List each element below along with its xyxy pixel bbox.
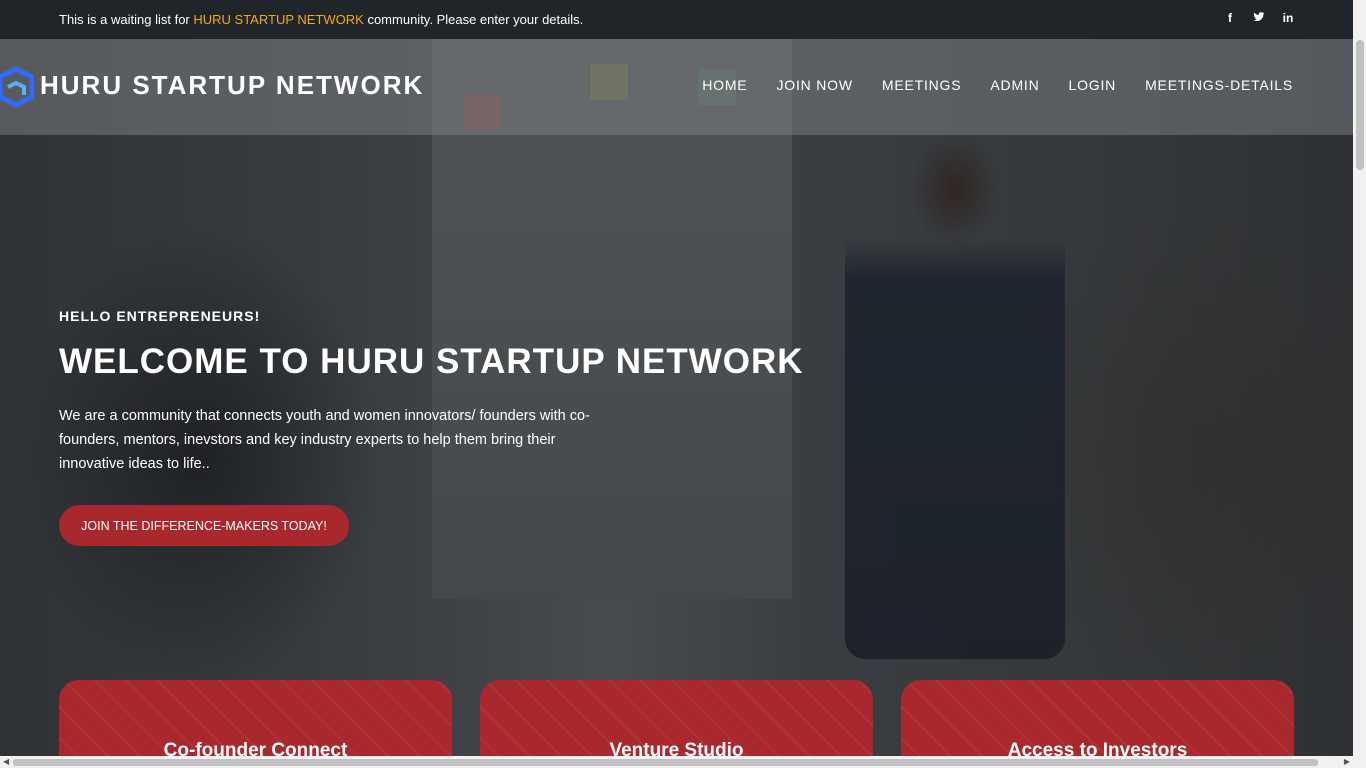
top-announcement-bar: This is a waiting list for HURU STARTUP … [0, 0, 1366, 39]
announcement-brand-link[interactable]: HURU STARTUP NETWORK [193, 12, 363, 27]
nav-join-now[interactable]: JOIN NOW [776, 77, 852, 93]
announcement-suffix: community. Please enter your details. [363, 12, 584, 27]
hero-description: We are a community that connects youth a… [59, 408, 590, 472]
hero-background [0, 39, 1353, 756]
vertical-scroll-thumb[interactable] [1356, 40, 1364, 170]
hero-overlay [0, 39, 1353, 756]
logo-icon[interactable] [0, 67, 34, 117]
horizontal-scrollbar[interactable]: ◀ ▶ [0, 756, 1353, 768]
main-nav: HOME JOIN NOW MEETINGS ADMIN LOGIN MEETI… [702, 77, 1293, 93]
linkedin-icon[interactable]: in [1282, 11, 1294, 26]
vertical-scrollbar[interactable] [1353, 0, 1366, 768]
announcement-text: This is a waiting list for HURU STARTUP … [59, 12, 583, 27]
brand-title[interactable]: HURU STARTUP NETWORK [40, 70, 424, 101]
nav-meetings[interactable]: MEETINGS [882, 77, 962, 93]
hero-eyebrow: HELLO ENTREPRENEURS! [59, 308, 261, 324]
feature-card-venture-studio[interactable]: Venture Studio [480, 680, 873, 768]
nav-meetings-details[interactable]: MEETINGS-DETAILS [1145, 77, 1293, 93]
facebook-icon[interactable]: f [1224, 11, 1236, 26]
feature-card-cofounder[interactable]: Co-founder Connect [59, 680, 452, 768]
twitter-icon[interactable] [1253, 11, 1265, 26]
scroll-right-icon[interactable]: ▶ [1344, 757, 1350, 766]
nav-admin[interactable]: ADMIN [990, 77, 1039, 93]
announcement-prefix: This is a waiting list for [59, 12, 194, 27]
social-links: f in [1224, 11, 1294, 26]
nav-home[interactable]: HOME [702, 77, 747, 93]
feature-card-investors[interactable]: Access to Investors [901, 680, 1294, 768]
join-cta-button[interactable]: JOIN THE DIFFERENCE-MAKERS TODAY! [59, 505, 349, 546]
main-navbar: HURU STARTUP NETWORK HOME JOIN NOW MEETI… [0, 39, 1353, 135]
horizontal-scroll-thumb[interactable] [13, 759, 1318, 766]
scroll-left-icon[interactable]: ◀ [3, 757, 9, 766]
hero-headline: WELCOME TO HURU STARTUP NETWORK [59, 342, 804, 381]
nav-login[interactable]: LOGIN [1069, 77, 1117, 93]
